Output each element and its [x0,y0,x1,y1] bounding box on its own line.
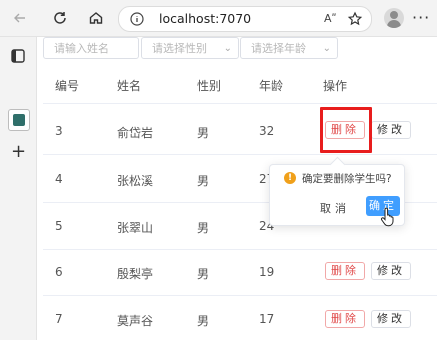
edit-button[interactable]: 修改 [371,121,411,139]
active-tab-favicon[interactable] [8,109,30,131]
cell-name: 殷梨亭 [117,267,154,281]
row-divider [43,249,437,250]
back-arrow-icon [14,13,25,23]
delete-confirm-popover: ! 确定要删除学生吗? 取消 确定 [269,156,405,227]
cell-id: 6 [55,265,63,279]
hand-cursor-icon [380,207,394,227]
header-id: 编号 [55,79,80,93]
cell-gender: 男 [197,221,210,235]
cell-name: 张松溪 [117,174,154,188]
tab-actions-icon[interactable] [9,47,27,65]
back-button[interactable] [6,4,34,32]
home-icon [89,12,103,24]
cell-id: 4 [55,172,63,186]
vertical-tabs-sidebar: + [0,37,37,340]
browser-toolbar: localhost:7070 Aʺ ··· [0,0,437,37]
header-name: 姓名 [117,79,142,93]
cell-name: 莫声谷 [117,314,154,328]
read-aloud-icon[interactable]: Aʺ [324,12,337,25]
cell-age: 32 [259,124,275,138]
reload-button[interactable] [46,4,74,32]
warning-icon: ! [284,172,296,184]
cancel-button[interactable]: 取消 [320,200,350,216]
chevron-down-icon: ⌄ [223,43,232,54]
cell-age: 19 [259,265,275,279]
header-age: 年龄 [259,79,284,93]
new-tab-plus-icon[interactable]: + [11,143,26,161]
student-management-page: 请输入姓名 请选择性别 ⌄ 请选择年龄 ⌄ 编号 姓名 性别 年龄 操作 3 俞… [37,37,437,340]
cell-gender: 男 [197,314,210,328]
cell-gender: 男 [197,126,210,140]
info-icon[interactable] [129,11,145,27]
confirm-message: 确定要删除学生吗? [302,173,392,185]
gender-select[interactable]: 请选择性别 ⌄ [141,37,239,59]
age-select-placeholder: 请选择年龄 [251,42,306,55]
header-actions: 操作 [323,79,348,93]
cell-name: 张翠山 [117,221,154,235]
row-divider [43,154,437,155]
cell-gender: 男 [197,174,210,188]
age-select[interactable]: 请选择年龄 ⌄ [240,37,338,59]
edit-button[interactable]: 修改 [371,262,411,280]
cell-id: 5 [55,219,63,233]
chevron-down-icon: ⌄ [322,43,331,54]
row-divider [43,295,437,296]
profile-avatar[interactable] [384,8,404,28]
cell-name: 俞岱岩 [117,126,154,140]
popover-arrow [329,156,346,173]
header-gender: 性别 [197,79,222,93]
more-menu-icon[interactable]: ··· [412,8,430,27]
edit-button[interactable]: 修改 [371,310,411,328]
url-text[interactable]: localhost:7070 [159,11,251,27]
reload-icon [54,12,66,24]
delete-button[interactable]: 删除 [325,310,365,328]
favorite-star-icon[interactable] [347,11,363,27]
app-favicon-icon [13,114,25,126]
header-divider [43,103,437,104]
cell-id: 7 [55,312,63,326]
cell-gender: 男 [197,267,210,281]
address-bar[interactable]: localhost:7070 Aʺ [118,6,372,32]
name-search-input[interactable]: 请输入姓名 [43,37,139,59]
annotation-highlight-box [320,107,372,153]
gender-select-placeholder: 请选择性别 [152,42,207,55]
cell-id: 3 [55,124,63,138]
delete-button[interactable]: 删除 [325,262,365,280]
home-button[interactable] [82,4,110,32]
cell-age: 17 [259,312,275,326]
